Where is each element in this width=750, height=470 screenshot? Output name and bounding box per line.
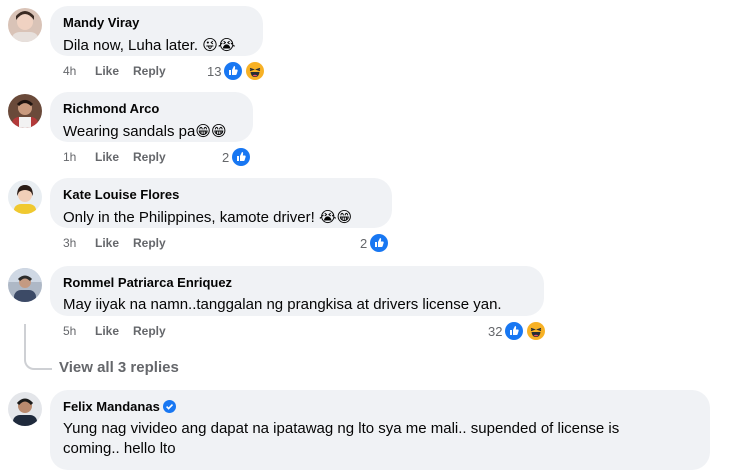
haha-reaction-icon	[243, 60, 266, 82]
comment-emoji: 😜😭	[202, 36, 236, 54]
comment-bubble: Rommel Patriarca Enriquez May iiyak na n…	[50, 266, 544, 316]
comment-emoji: 😁😁	[195, 122, 227, 140]
comment-bubble: Richmond Arco Wearing sandals pa😁😁	[50, 92, 253, 142]
comment-meta: 4h Like Reply	[63, 64, 180, 78]
verified-badge-icon	[162, 400, 176, 413]
comment-meta: 3h Like Reply	[63, 236, 180, 250]
comment-bubble: Mandy Viray Dila now, Luha later. 😜😭	[50, 6, 263, 56]
like-button[interactable]: Like	[95, 324, 119, 338]
comment-item: Felix Mandanas Yung nag vivideo ang dapa…	[0, 384, 750, 470]
comment-text-body: Only in the Philippines, kamote driver!	[63, 209, 319, 226]
comment-text-body: May iiyak na namn..tanggalan ng prangkis…	[63, 296, 502, 313]
avatar[interactable]	[8, 392, 42, 426]
reply-button[interactable]: Reply	[133, 324, 166, 338]
comment-meta: 5h Like Reply	[63, 324, 180, 338]
comment-text-body: Dila now, Luha later.	[63, 37, 203, 54]
commenter-name[interactable]: Mandy Viray	[63, 15, 250, 31]
comment-emoji: 😭😁	[318, 208, 353, 226]
comment-item: Richmond Arco Wearing sandals pa😁😁 1h Lik…	[0, 86, 750, 172]
like-button[interactable]: Like	[95, 236, 119, 250]
commenter-name[interactable]: Richmond Arco	[63, 101, 240, 117]
avatar[interactable]	[8, 268, 42, 302]
reaction-count: 2	[222, 149, 230, 165]
commenter-name[interactable]: Felix Mandanas	[63, 399, 160, 414]
comment-text: May iiyak na namn..tanggalan ng prangkis…	[63, 295, 531, 315]
like-button[interactable]: Like	[95, 150, 119, 164]
avatar[interactable]	[8, 180, 42, 214]
comment-item: Mandy Viray Dila now, Luha later. 😜😭 4h L…	[0, 0, 750, 86]
comment-bubble: Kate Louise Flores Only in the Philippin…	[50, 178, 392, 228]
comment-time[interactable]: 5h	[63, 324, 95, 338]
comment-text: Wearing sandals pa😁😁	[63, 121, 240, 142]
reply-button[interactable]: Reply	[133, 236, 166, 250]
reply-button[interactable]: Reply	[133, 64, 166, 78]
comment-text: Only in the Philippines, kamote driver! …	[63, 207, 379, 228]
reaction-summary[interactable]: 2	[360, 232, 390, 254]
reaction-count: 2	[360, 235, 368, 251]
like-reaction-icon	[367, 232, 390, 254]
haha-reaction-icon	[524, 320, 547, 342]
reaction-summary[interactable]: 32	[488, 320, 547, 342]
comment-text-body: Wearing sandals pa	[63, 123, 196, 140]
avatar[interactable]	[8, 94, 42, 128]
comment-time[interactable]: 1h	[63, 150, 95, 164]
comment-text: Dila now, Luha later. 😜😭	[63, 35, 250, 56]
like-reaction-icon	[222, 60, 245, 82]
reply-button[interactable]: Reply	[133, 150, 166, 164]
reaction-count: 32	[488, 323, 503, 339]
reaction-count: 13	[207, 63, 222, 79]
commenter-name[interactable]: Kate Louise Flores	[63, 187, 379, 203]
reaction-summary[interactable]: 13	[207, 60, 266, 82]
comment-text: Yung nag vivideo ang dapat na ipatawag n…	[63, 419, 697, 459]
commenter-name[interactable]: Rommel Patriarca Enriquez	[63, 275, 531, 291]
comment-meta: 1h Like Reply	[63, 150, 180, 164]
comment-text-line: coming.. hello lto	[63, 440, 176, 457]
comment-time[interactable]: 4h	[63, 64, 95, 78]
comment-text-line: Yung nag vivideo ang dapat na ipatawag n…	[63, 420, 620, 437]
like-reaction-icon	[229, 146, 252, 168]
comment-bubble: Felix Mandanas Yung nag vivideo ang dapa…	[50, 390, 710, 470]
reaction-summary[interactable]: 2	[222, 146, 252, 168]
commenter-name-row: Felix Mandanas	[63, 399, 697, 415]
like-button[interactable]: Like	[95, 64, 119, 78]
reply-thread-line	[24, 324, 52, 370]
like-reaction-icon	[503, 320, 526, 342]
view-all-replies-link[interactable]: View all 3 replies	[59, 359, 179, 376]
avatar[interactable]	[8, 8, 42, 42]
comment-item: Kate Louise Flores Only in the Philippin…	[0, 172, 750, 258]
comment-time[interactable]: 3h	[63, 236, 95, 250]
comment-item: Rommel Patriarca Enriquez May iiyak na n…	[0, 260, 750, 346]
